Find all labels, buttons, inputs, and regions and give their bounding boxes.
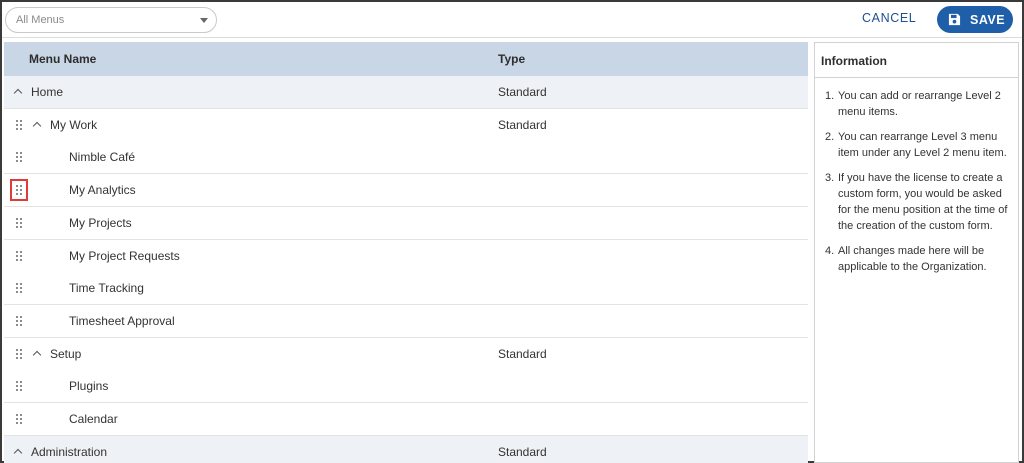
table-row[interactable]: My Project Requests [4,239,808,273]
table-row[interactable]: Setup Standard [4,337,808,371]
save-button-label: SAVE [970,13,1006,27]
toolbar: All Menus CANCEL SAVE [2,2,1022,38]
info-item: 1. You can add or rearrange Level 2 menu … [825,88,1012,120]
drag-handle-icon[interactable] [15,315,23,327]
table-row[interactable]: My Analytics [4,174,808,208]
info-item-text: You can add or rearrange Level 2 menu it… [838,90,1001,118]
menu-name-cell: Administration [31,444,108,459]
chevron-down-icon [200,18,208,23]
table-header: Menu Name Type [4,42,808,76]
chevron-up-icon[interactable] [13,447,23,457]
column-header-menu-name: Menu Name [29,52,97,66]
table-row[interactable]: Nimble Café [4,141,808,175]
column-header-type: Type [498,52,526,66]
type-cell: Standard [498,85,547,99]
info-item-number: 4. [825,245,835,257]
menu-name-cell: Plugins [69,379,109,394]
info-item-text: If you have the license to create a cust… [838,172,1008,232]
table-row[interactable]: My Projects [4,206,808,240]
type-cell: Standard [498,444,547,459]
table-row[interactable]: Calendar [4,403,808,436]
drag-handle-icon[interactable] [15,250,23,262]
menu-table: Menu Name Type Home Standard My Work Standa… [4,42,808,463]
drag-handle-icon[interactable] [10,179,28,202]
menu-name-cell: Timesheet Approval [69,313,175,328]
menu-name-cell: Calendar [69,412,118,426]
table-row[interactable]: My Work Standard [4,108,808,142]
info-item-number: 3. [825,172,835,184]
info-item: 4. All changes made here will be applicab… [825,243,1012,275]
table-row[interactable]: Time Tracking [4,272,808,306]
menu-name-cell: My Work [50,117,98,132]
drag-handle-icon[interactable] [15,217,23,229]
type-cell: Standard [498,346,547,361]
chevron-up-icon[interactable] [32,349,42,359]
menu-name-cell: Time Tracking [69,281,144,296]
information-title: Information [815,43,1018,78]
table-row[interactable]: Timesheet Approval [4,304,808,338]
info-item: 2. You can rearrange Level 3 menu item un… [825,129,1012,161]
save-button[interactable]: SAVE [937,6,1013,33]
info-item-number: 1. [825,90,835,102]
menu-filter-dropdown[interactable]: All Menus [5,7,217,33]
chevron-up-icon[interactable] [32,120,42,130]
menu-name-cell: My Project Requests [69,248,180,263]
type-cell: Standard [498,117,547,132]
menu-filter-value: All Menus [16,14,65,26]
info-item: 3. If you have the license to create a cu… [825,170,1012,234]
drag-handle-icon[interactable] [15,119,23,131]
cancel-button[interactable]: CANCEL [862,11,916,25]
table-row[interactable]: Home Standard [4,76,808,109]
info-item-text: All changes made here will be applicable… [838,245,987,273]
menu-name-cell: My Analytics [69,183,136,198]
table-row[interactable]: Plugins [4,370,808,404]
table-row[interactable]: Administration Standard [4,435,808,463]
drag-handle-icon[interactable] [15,380,23,392]
drag-handle-icon[interactable] [15,413,23,425]
drag-handle-icon[interactable] [15,282,23,294]
drag-handle-icon[interactable] [15,151,23,163]
info-item-text: You can rearrange Level 3 menu item unde… [838,131,1007,159]
menu-name-cell: Setup [50,346,82,361]
chevron-up-icon[interactable] [13,87,23,97]
menu-name-cell: My Projects [69,215,132,230]
drag-handle-icon[interactable] [15,348,23,360]
menu-name-cell: Home [31,85,64,99]
info-item-number: 2. [825,131,835,143]
information-list: 1. You can add or rearrange Level 2 menu … [815,78,1018,275]
information-panel: Information 1. You can add or rearrange L… [814,42,1019,463]
app-window: All Menus CANCEL SAVE Menu Name Type Hom… [0,0,1024,463]
menu-name-cell: Nimble Café [69,150,136,165]
save-icon [948,13,961,26]
